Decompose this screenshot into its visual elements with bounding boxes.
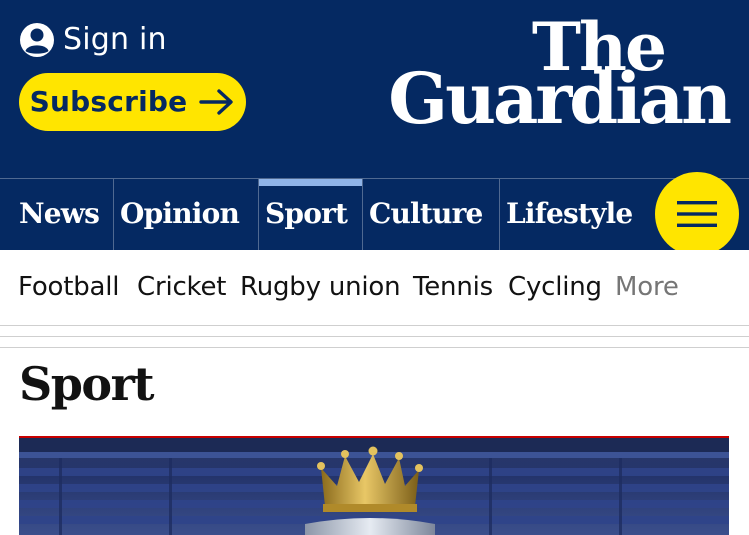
masthead: Sign in Subscribe The Guardian — [0, 0, 749, 178]
subnav-item-tennis[interactable]: Tennis — [413, 270, 493, 304]
subnav-more[interactable]: More — [615, 270, 679, 304]
divider — [0, 336, 749, 337]
page-title: Sport — [19, 357, 155, 411]
menu-button[interactable] — [655, 172, 739, 256]
sport-subnav: Football Cricket Rugby union Tennis Cycl… — [0, 250, 749, 326]
pillar-culture[interactable]: Culture — [362, 179, 499, 250]
guardian-logo[interactable]: The Guardian — [373, 14, 732, 140]
pillar-lifestyle[interactable]: Lifestyle — [499, 179, 659, 250]
pillar-nav: News Opinion Sport Culture Lifestyle — [0, 178, 749, 250]
pillar-news[interactable]: News — [0, 179, 113, 250]
sign-in-label: Sign in — [63, 22, 167, 57]
logo-line-guardian: Guardian — [388, 57, 732, 140]
pillar-opinion[interactable]: Opinion — [113, 179, 258, 250]
user-circle-icon — [19, 22, 55, 58]
subnav-item-football[interactable]: Football — [18, 270, 120, 304]
sign-in-link[interactable]: Sign in — [19, 20, 167, 60]
subscribe-label: Subscribe — [29, 85, 188, 118]
subnav-item-cricket[interactable]: Cricket — [137, 270, 226, 304]
subnav-item-rugby-union[interactable]: Rugby union — [240, 270, 401, 304]
subscribe-button[interactable]: Subscribe — [19, 73, 246, 131]
hero-image[interactable] — [19, 436, 729, 535]
divider — [0, 325, 749, 326]
divider — [0, 347, 749, 348]
hamburger-menu-icon — [677, 199, 717, 229]
pillar-sport[interactable]: Sport — [258, 179, 362, 250]
arrow-right-icon — [199, 88, 235, 116]
subnav-item-cycling[interactable]: Cycling — [508, 270, 602, 304]
